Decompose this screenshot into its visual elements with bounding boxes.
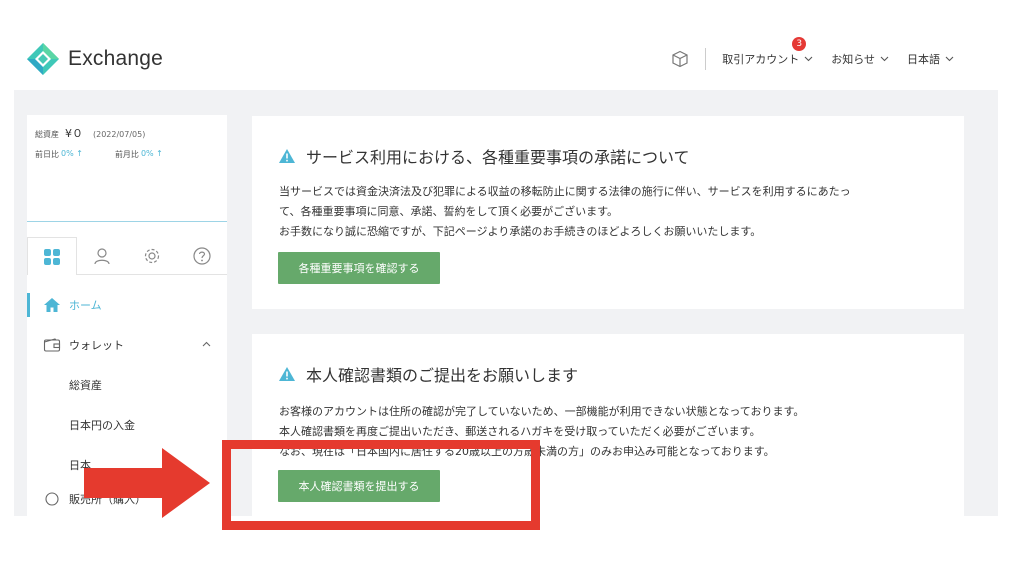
sidebar-item-label: 日本円の入金 (69, 419, 135, 432)
account-menu[interactable]: 取引アカウント 3 (722, 37, 813, 67)
asset-summary: 総資産 ¥０ (2022/07/05) 前日比 0% ↑ 前月比 0% ↑ (35, 125, 163, 160)
header: Exchange 取引アカウント 3 お知らせ 日本語 (0, 0, 1024, 90)
wallet-icon (43, 338, 61, 352)
card-body-line: て、各種重要事項に同意、承諾、誓約をして頂く必要がございます。 (279, 205, 619, 218)
daily-change-label: 前日比 (35, 150, 59, 159)
news-menu-label: お知らせ (831, 53, 875, 66)
daily-change-value: 0% ↑ (61, 149, 83, 158)
chevron-up-icon (202, 341, 211, 347)
chevron-down-icon (804, 56, 813, 62)
header-nav: 取引アカウント 3 お知らせ 日本語 (671, 37, 954, 70)
confirm-terms-button[interactable]: 各種重要事項を確認する (278, 252, 440, 284)
tab-profile[interactable] (77, 237, 127, 275)
help-icon (193, 247, 211, 265)
account-menu-label: 取引アカウント (722, 53, 800, 66)
sidebar-tabs (27, 237, 227, 275)
red-arrow-annotation (84, 448, 210, 518)
notification-badge: 3 (792, 37, 807, 51)
sidebar-item-home[interactable]: ホーム (27, 285, 227, 325)
card-body-line: 当サービスでは資金決済法及び犯罪による収益の移転防止に関する法律の施行に伴い、サ… (279, 185, 851, 198)
sidebar-item-total-assets[interactable]: 総資産 (27, 365, 227, 405)
chevron-down-icon (945, 56, 954, 62)
card-body-line: お手数になり誠に恐縮ですが、下記ページより承諾のお手続きのほどよろしくお願いいた… (279, 225, 762, 238)
card-title: サービス利用における、各種重要事項の承諾について (278, 144, 690, 168)
gear-icon (144, 248, 160, 264)
sidebar-item-label: 総資産 (69, 379, 102, 392)
home-icon (44, 298, 60, 312)
card-title-text: 本人確認書類のご提出をお願いします (306, 366, 579, 385)
asset-date: (2022/07/05) (93, 130, 146, 139)
monthly-change-label: 前月比 (114, 150, 139, 159)
logo-text: Exchange (68, 47, 164, 70)
card-title: 本人確認書類のご提出をお願いします (278, 362, 578, 386)
tab-dashboard[interactable] (27, 237, 77, 275)
logo[interactable]: Exchange (26, 42, 163, 76)
total-assets-value: ¥０ (65, 127, 83, 140)
news-menu[interactable]: お知らせ (831, 51, 889, 67)
coins-icon (45, 492, 59, 506)
chevron-down-icon (880, 56, 889, 62)
card-title-text: サービス利用における、各種重要事項の承諾について (306, 148, 690, 167)
total-assets-label: 総資産 (35, 130, 59, 139)
divider (27, 221, 227, 222)
terms-notice-card: サービス利用における、各種重要事項の承諾について 当サービスでは資金決済法及び犯… (252, 116, 964, 309)
user-icon (94, 248, 110, 265)
card-body-line: 本人確認書類を再度ご提出いただき、郵送されるハガキを受け取っていただく必要がござ… (279, 425, 761, 438)
grid-icon (44, 248, 60, 265)
sidebar-item-label: ホーム (69, 299, 102, 312)
language-menu[interactable]: 日本語 (907, 51, 954, 67)
language-menu-label: 日本語 (907, 53, 940, 66)
monthly-change-value: 0% ↑ (140, 149, 163, 158)
card-body: 当サービスでは資金決済法及び犯罪による収益の移転防止に関する法律の施行に伴い、サ… (279, 182, 949, 242)
sidebar-item-wallet[interactable]: ウォレット (27, 325, 227, 365)
card-body-line: お客様のアカウントは住所の確認が完了していないため、一部機能が利用できない状態と… (279, 405, 805, 418)
sidebar-item-label: ウォレット (69, 339, 124, 352)
warning-icon (279, 367, 295, 381)
cube-icon[interactable] (671, 50, 689, 68)
sidebar-item-jpy-deposit[interactable]: 日本円の入金 (27, 405, 227, 445)
red-highlight-box (222, 440, 540, 530)
warning-icon (279, 149, 295, 163)
tab-settings[interactable] (127, 237, 177, 275)
header-separator (705, 48, 707, 70)
tab-help[interactable] (177, 237, 227, 275)
exchange-logo-icon (27, 43, 59, 75)
